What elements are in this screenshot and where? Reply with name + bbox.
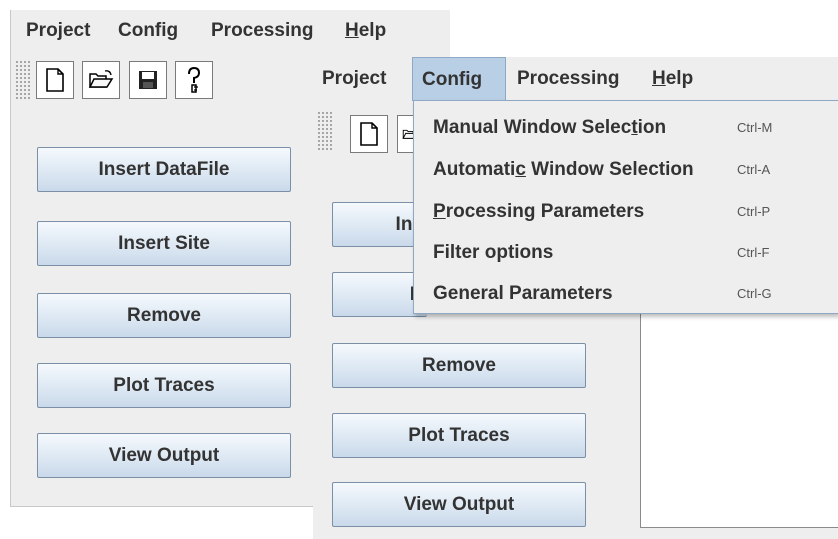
menu-processing[interactable]: Processing [202, 10, 322, 50]
menu-item-label: Manual Window Selection [433, 117, 667, 138]
new-file-button[interactable] [36, 61, 74, 99]
insert-datafile-button[interactable]: Insert DataFile [37, 147, 291, 192]
new-file-button[interactable] [350, 115, 388, 153]
toolbar [11, 54, 266, 108]
menu-config[interactable]: Config [109, 10, 187, 50]
toolbar-grip[interactable] [15, 60, 31, 100]
menu-item-automatic-window-selection[interactable]: Automatic Window Selection Ctrl-A [414, 149, 838, 190]
help-button[interactable] [175, 61, 213, 99]
output-panel [640, 286, 838, 528]
menu-item-label: Filter options [433, 242, 554, 263]
menu-help-rest: elp [665, 68, 694, 89]
menu-item-processing-parameters[interactable]: Processing Parameters Ctrl-P [414, 191, 838, 232]
config-menu-dropdown: Manual Window Selection Ctrl-M Automatic… [413, 100, 838, 314]
view-output-button[interactable]: View Output [332, 482, 586, 527]
menubar: Project Config Processing Help [313, 57, 838, 101]
remove-button[interactable]: Remove [37, 293, 291, 338]
open-folder-icon [88, 70, 114, 88]
menu-item-shortcut: Ctrl-P [737, 204, 771, 219]
toolbar-grip[interactable] [317, 111, 333, 151]
plot-traces-button[interactable]: Plot Traces [37, 363, 291, 408]
plot-traces-button[interactable]: Plot Traces [332, 413, 586, 458]
menu-item-shortcut: Ctrl-A [737, 162, 771, 177]
menu-project[interactable]: Project [313, 57, 395, 101]
menu-item-label: Automatic Window Selection [433, 159, 694, 180]
save-button[interactable] [129, 61, 167, 99]
menubar: Project Config Processing Help [11, 10, 450, 50]
menu-item-manual-window-selection[interactable]: Manual Window Selection Ctrl-M [414, 107, 838, 148]
save-icon [139, 71, 157, 89]
new-file-icon [46, 68, 64, 92]
remove-button[interactable]: Remove [332, 343, 586, 388]
view-output-button[interactable]: View Output [37, 433, 291, 478]
insert-site-button[interactable]: Insert Site [37, 221, 291, 266]
menu-project[interactable]: Project [17, 10, 99, 50]
menu-item-shortcut: Ctrl-M [737, 120, 773, 135]
open-button[interactable] [82, 61, 120, 99]
menu-item-general-parameters[interactable]: General Parameters Ctrl-G [414, 273, 838, 314]
menu-item-shortcut: Ctrl-G [737, 286, 772, 301]
new-file-icon [360, 122, 378, 146]
menu-item-filter-options[interactable]: Filter options Ctrl-F [414, 232, 838, 273]
menu-item-label: General Parameters [433, 283, 613, 304]
menu-help-rest: elp [358, 20, 387, 41]
menu-help-mnemonic: H [345, 20, 359, 41]
menu-help[interactable]: Help [643, 57, 702, 101]
help-key-icon [188, 66, 201, 93]
menu-item-shortcut: Ctrl-F [737, 245, 770, 260]
menu-help[interactable]: Help [336, 10, 395, 50]
menu-help-mnemonic: H [652, 68, 666, 89]
menu-processing[interactable]: Processing [508, 57, 628, 101]
menu-config[interactable]: Config [412, 57, 506, 101]
toolbar [313, 107, 418, 161]
menu-item-label: Processing Parameters [433, 201, 645, 222]
